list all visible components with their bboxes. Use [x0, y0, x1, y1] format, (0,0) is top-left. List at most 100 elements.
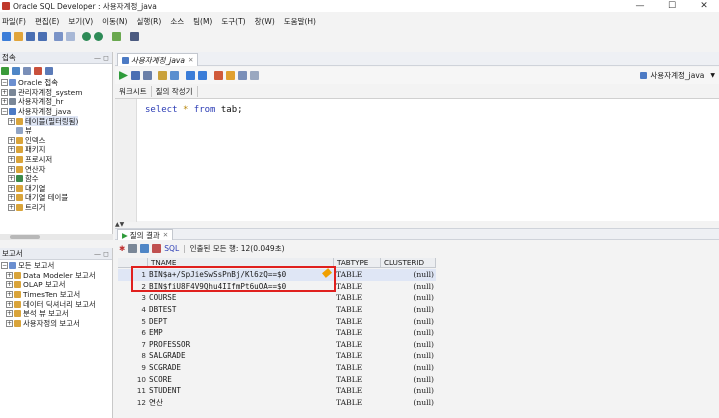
tree-node[interactable]: + OLAP 보고서 — [0, 280, 112, 290]
cell-tname[interactable]: DBTEST — [148, 305, 334, 314]
tree-node[interactable]: + 대기열 테이블 — [0, 193, 112, 203]
table-row[interactable]: 4 DBTEST TABLE (null) — [118, 304, 436, 316]
cell-tabtype[interactable]: TABLE — [334, 386, 381, 395]
add-connection-icon[interactable] — [1, 67, 9, 75]
expander-icon[interactable]: − — [1, 79, 8, 87]
sql-editor[interactable]: select * from tab; — [115, 98, 719, 222]
tree-node[interactable]: + TimesTen 보고서 — [0, 290, 112, 300]
expander-icon[interactable]: + — [1, 88, 8, 96]
cell-tabtype[interactable]: TABLE — [334, 351, 381, 360]
filter-icon[interactable] — [23, 67, 31, 75]
commit-icon[interactable] — [158, 71, 167, 80]
expander-icon[interactable]: + — [8, 156, 15, 164]
expander-icon[interactable]: + — [8, 194, 15, 202]
rollback-icon[interactable] — [170, 71, 179, 80]
sql-tuning-icon[interactable] — [198, 71, 207, 80]
tree-node[interactable]: + 테이블(필터링됨) — [0, 116, 112, 126]
cell-clusterid[interactable]: (null) — [381, 398, 436, 407]
schema-icon[interactable] — [34, 67, 42, 75]
panel-minimize-icon[interactable]: — ◻ — [94, 250, 109, 258]
back-icon[interactable] — [82, 31, 91, 41]
menu-file[interactable]: 파일(F) — [2, 16, 26, 27]
expander-icon[interactable]: − — [1, 262, 8, 270]
expander-icon[interactable]: + — [8, 165, 15, 173]
expander-icon[interactable]: + — [8, 175, 15, 183]
table-row[interactable]: 6 EMP TABLE (null) — [118, 327, 436, 339]
cell-clusterid[interactable]: (null) — [381, 386, 436, 395]
expander-icon[interactable]: + — [8, 204, 15, 212]
cell-tname[interactable]: SCGRADE — [148, 363, 334, 372]
tree-node[interactable]: + 연산자 — [0, 164, 112, 174]
minimize-button[interactable]: — — [628, 0, 652, 12]
expander-icon[interactable]: + — [8, 146, 15, 154]
result-tab[interactable]: ▶ 질의 결과 ✕ — [117, 229, 174, 240]
cell-clusterid[interactable]: (null) — [381, 282, 436, 291]
close-tab-icon[interactable]: ✕ — [163, 231, 168, 239]
cell-tabtype[interactable]: TABLE — [334, 270, 381, 279]
menu-run[interactable]: 실행(R) — [136, 16, 161, 27]
save-all-icon[interactable] — [38, 31, 47, 41]
editor-tab[interactable]: 사용자계정_java ✕ — [117, 53, 199, 66]
tree-node[interactable]: + 사용자계정_hr — [0, 97, 112, 107]
expander-icon[interactable]: + — [6, 300, 13, 308]
cell-tabtype[interactable]: TABLE — [334, 363, 381, 372]
cell-tabtype[interactable]: TABLE — [334, 398, 381, 407]
tree-node[interactable]: + 사용자정의 보고서 — [0, 319, 112, 329]
binoculars-icon[interactable] — [130, 31, 139, 41]
cell-clusterid[interactable]: (null) — [381, 293, 436, 302]
redo-icon[interactable] — [66, 31, 75, 41]
menu-source[interactable]: 소스 — [170, 16, 184, 27]
expander-icon[interactable]: + — [6, 319, 13, 327]
find-icon[interactable] — [250, 71, 259, 80]
cell-clusterid[interactable]: (null) — [381, 351, 436, 360]
expander-icon[interactable]: + — [8, 136, 15, 144]
cell-tabtype[interactable]: TABLE — [334, 293, 381, 302]
table-row[interactable]: 12 연산 TABLE (null) — [118, 397, 436, 409]
tree-node[interactable]: + 대기열 — [0, 184, 112, 194]
close-button[interactable]: ✕ — [692, 0, 716, 12]
new-icon[interactable] — [2, 31, 11, 41]
close-tab-icon[interactable]: ✕ — [188, 56, 193, 64]
undo-icon[interactable] — [54, 31, 63, 41]
maximize-button[interactable]: ☐ — [660, 0, 684, 12]
cell-tabtype[interactable]: TABLE — [334, 375, 381, 384]
menu-team[interactable]: 팀(M) — [193, 16, 212, 27]
panel-minimize-icon[interactable]: — ◻ — [94, 54, 109, 62]
cell-tabtype[interactable]: TABLE — [334, 328, 381, 337]
tree-node[interactable]: + Data Modeler 보고서 — [0, 271, 112, 281]
cell-tname[interactable]: SALGRADE — [148, 351, 334, 360]
format-icon[interactable] — [214, 71, 223, 80]
cell-clusterid[interactable]: (null) — [381, 317, 436, 326]
print-icon[interactable] — [128, 244, 138, 253]
forward-icon[interactable] — [94, 31, 103, 41]
tree-node[interactable]: + 트리거 — [0, 203, 112, 213]
connection-selector[interactable]: 사용자계정_java ▼ — [640, 70, 715, 81]
table-row[interactable]: 5 DEPT TABLE (null) — [118, 315, 436, 327]
connection-icon[interactable] — [112, 31, 121, 41]
cell-clusterid[interactable]: (null) — [381, 328, 436, 337]
splitter-arrows-icon[interactable]: ▲▼ — [115, 221, 124, 228]
menu-tools[interactable]: 도구(T) — [221, 16, 245, 27]
refresh-icon[interactable] — [140, 244, 150, 253]
expander-icon[interactable]: + — [8, 184, 15, 192]
tab-query-builder[interactable]: 질의 작성기 — [152, 86, 198, 97]
expander-icon[interactable]: + — [1, 98, 8, 106]
menu-window[interactable]: 창(W) — [255, 16, 275, 27]
expander-icon[interactable]: + — [8, 117, 15, 125]
menu-view[interactable]: 보기(V) — [68, 16, 93, 27]
cell-clusterid[interactable]: (null) — [381, 305, 436, 314]
expander-icon[interactable]: + — [6, 271, 13, 279]
export-icon[interactable] — [152, 244, 162, 253]
cell-tname[interactable]: STUDENT — [148, 386, 334, 395]
run-statement-icon[interactable] — [119, 71, 128, 80]
table-row[interactable]: 3 COURSE TABLE (null) — [118, 292, 436, 304]
tree-node[interactable]: + 분석 뷰 보고서 — [0, 309, 112, 319]
column-header-clusterid[interactable]: CLUSTERID — [381, 258, 436, 267]
autotrace-icon[interactable] — [143, 71, 152, 80]
menu-help[interactable]: 도움말(H) — [284, 16, 316, 27]
open-icon[interactable] — [14, 31, 23, 41]
cell-clusterid[interactable]: (null) — [381, 375, 436, 384]
run-script-icon[interactable] — [131, 71, 140, 80]
expander-icon[interactable]: + — [6, 291, 13, 299]
explain-plan-icon[interactable] — [186, 71, 195, 80]
